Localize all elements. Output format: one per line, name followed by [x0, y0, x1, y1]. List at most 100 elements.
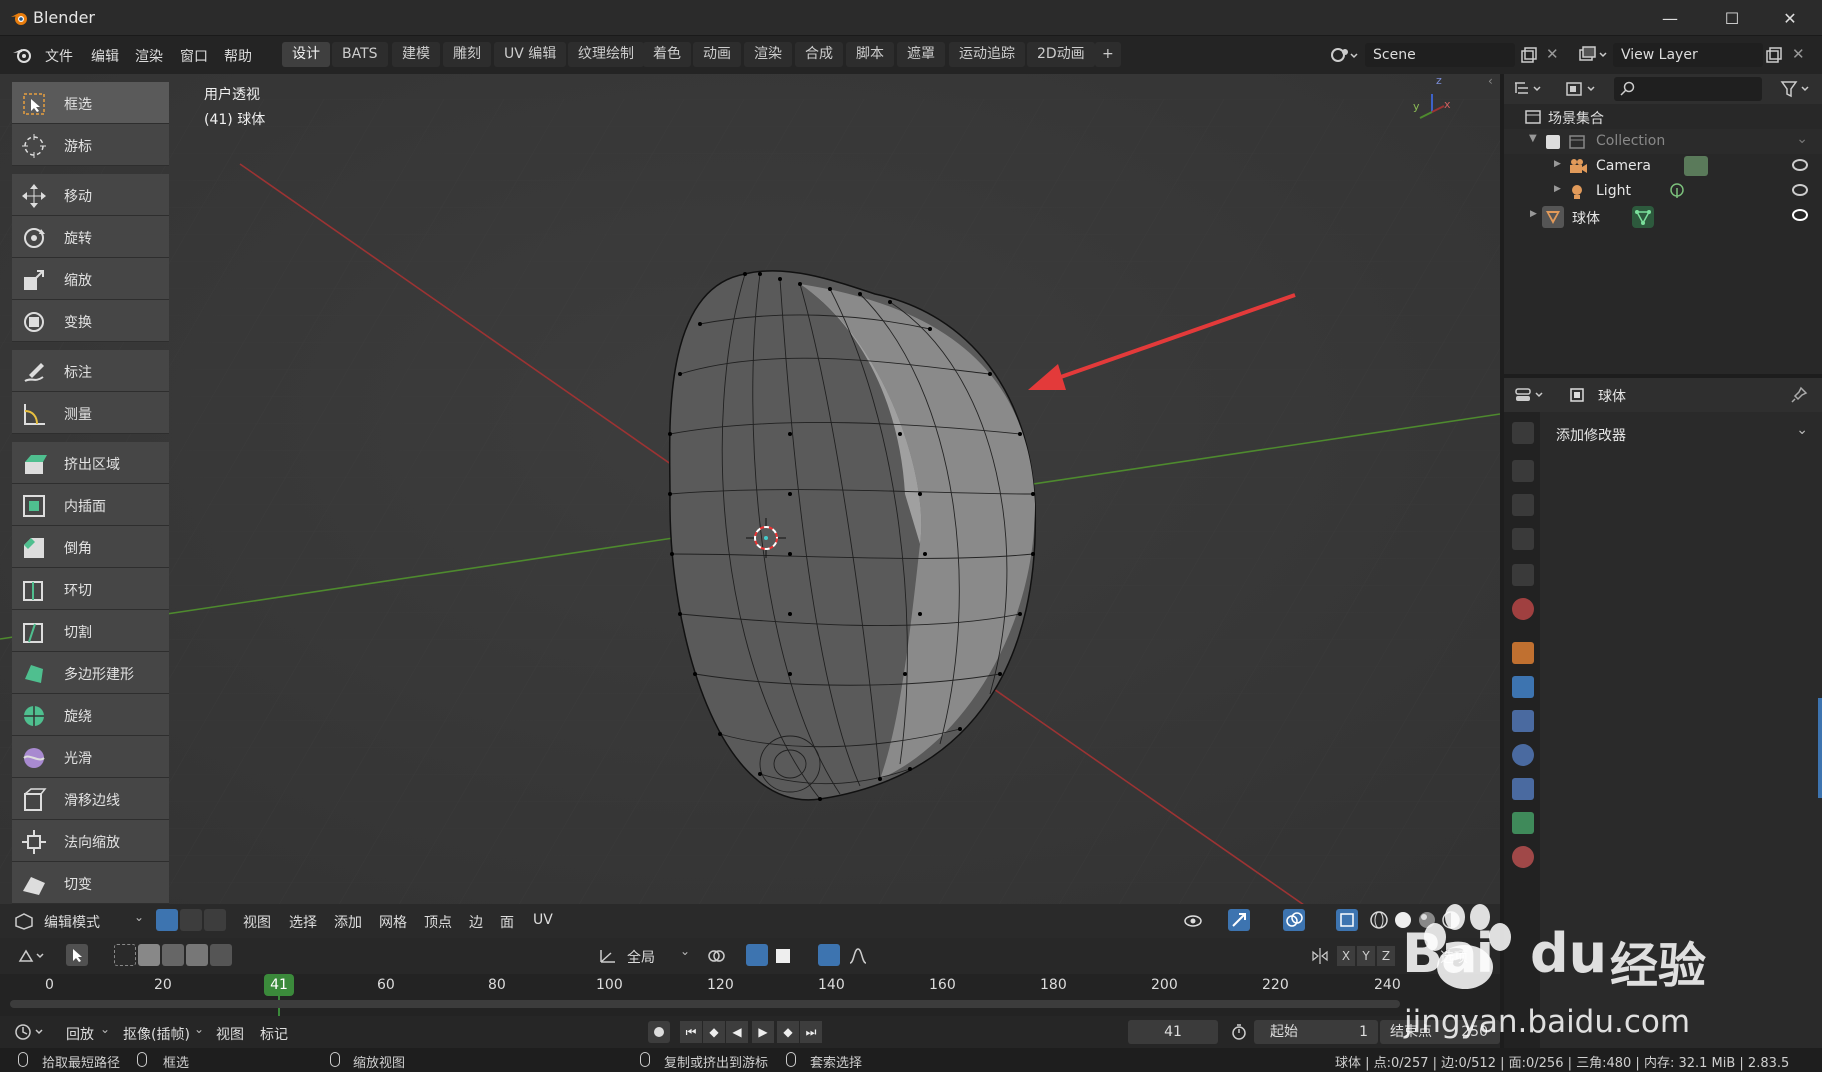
gizmo-x-label[interactable]: x [1444, 98, 1451, 111]
menu-render[interactable]: 渲染 [135, 46, 163, 66]
tab-scene-icon[interactable] [1512, 564, 1534, 586]
outliner-row-sphere[interactable]: ▶ 球体 [1504, 204, 1822, 229]
mirror-icon[interactable] [1310, 947, 1330, 965]
wireframe-shading-icon[interactable] [1368, 909, 1390, 931]
next-keyframe-icon[interactable]: ◆ [777, 1021, 799, 1043]
tool-move[interactable]: 移动 [12, 174, 169, 216]
falloff-icon[interactable] [848, 947, 876, 965]
chevron-down-icon[interactable]: ⌄ [194, 1022, 204, 1036]
menu-face[interactable]: 面 [500, 912, 514, 932]
outliner-editor-icon[interactable] [1512, 80, 1544, 98]
stopwatch-icon[interactable] [1230, 1023, 1248, 1041]
tool-spin[interactable]: 旋绕 [12, 694, 169, 736]
tab-masking[interactable]: 遮罩 [897, 42, 945, 67]
expand-arrow-icon[interactable]: ▶ [1530, 209, 1537, 219]
add-modifier-dropdown[interactable]: 添加修改器 ⌄ [1546, 420, 1816, 446]
expand-arrow-icon[interactable]: ▼ [1529, 133, 1537, 144]
tool-knife[interactable]: 切割 [12, 610, 169, 652]
gizmo-z-label[interactable]: z [1436, 74, 1442, 87]
select-invert-button[interactable] [186, 944, 208, 966]
tab-bats[interactable]: BATS [332, 42, 388, 67]
eye-icon[interactable] [1792, 159, 1808, 171]
mode-dropdown[interactable]: 编辑模式 [44, 912, 100, 932]
new-view-layer-icon[interactable] [1765, 46, 1783, 64]
gizmo-toggle-icon[interactable] [1228, 909, 1250, 931]
tool-scale[interactable]: 缩放 [12, 258, 169, 300]
current-frame-indicator[interactable]: 41 [264, 974, 294, 996]
menu-window[interactable]: 窗口 [180, 46, 208, 66]
tab-animation[interactable]: 动画 [693, 42, 741, 67]
timeline-scrollbar[interactable] [10, 1000, 1400, 1008]
tool-measure[interactable]: 测量 [12, 392, 169, 434]
add-workspace-button[interactable]: + [1095, 42, 1121, 67]
vertex-select-button[interactable] [156, 909, 178, 931]
tab-sculpting[interactable]: 雕刻 [443, 42, 491, 67]
minimize-button[interactable]: — [1650, 6, 1690, 32]
record-button[interactable] [648, 1021, 670, 1043]
tool-rotate[interactable]: 旋转 [12, 216, 169, 258]
mirror-x-button[interactable]: X [1337, 946, 1355, 966]
tool-loopcut[interactable]: 环切 [12, 568, 169, 610]
close-button[interactable]: ✕ [1770, 6, 1810, 32]
menu-keying[interactable]: 抠像(插帧) [123, 1024, 190, 1044]
tab-compositing[interactable]: 合成 [795, 42, 843, 67]
menu-add[interactable]: 添加 [334, 912, 362, 932]
select-extend-button[interactable] [138, 944, 160, 966]
tab-2d-animation[interactable]: 2D动画 [1027, 42, 1095, 67]
tool-shrink-fatten[interactable]: 法向缩放 [12, 820, 169, 862]
delete-scene-icon[interactable]: ✕ [1546, 45, 1559, 63]
pin-icon[interactable] [1790, 386, 1808, 404]
chevron-down-icon[interactable]: ⌄ [680, 944, 690, 958]
menu-file[interactable]: 文件 [45, 46, 73, 66]
eye-icon[interactable] [1792, 209, 1808, 221]
filter-icon[interactable] [1780, 80, 1814, 98]
expand-arrow-icon[interactable]: ▶ [1554, 184, 1561, 194]
tab-layout[interactable]: 设计 [282, 42, 330, 67]
tab-render-icon[interactable] [1512, 460, 1534, 482]
tab-particles-icon[interactable] [1512, 710, 1534, 732]
tool-shear[interactable]: 切变 [12, 862, 169, 904]
menu-vertex[interactable]: 顶点 [424, 912, 452, 932]
face-select-button[interactable] [204, 909, 226, 931]
tab-scripting[interactable]: 脚本 [846, 42, 894, 67]
tab-rendering[interactable]: 渲染 [744, 42, 792, 67]
edge-select-button[interactable] [180, 909, 202, 931]
tab-modifier-icon[interactable] [1512, 676, 1534, 698]
xray-icon[interactable] [1336, 909, 1358, 931]
menu-help[interactable]: 帮助 [224, 46, 252, 66]
play-reverse-icon[interactable]: ◀ [726, 1021, 748, 1043]
proportional-edit-button[interactable] [818, 944, 840, 966]
3d-viewport[interactable]: z y x 用户透视 (41) 球体 ‹ 框选 游标 移动 旋转 缩放 变换 标… [0, 74, 1500, 944]
tab-output-icon[interactable] [1512, 494, 1534, 516]
select-subtract-button[interactable] [162, 944, 184, 966]
tab-tool-icon[interactable] [1512, 422, 1534, 444]
maximize-button[interactable]: ☐ [1712, 6, 1752, 32]
tab-shading[interactable]: 着色 [643, 42, 691, 67]
collection-checkbox[interactable] [1546, 135, 1560, 149]
select-intersect-button[interactable] [210, 944, 232, 966]
eye-icon[interactable] [1792, 184, 1808, 196]
tab-texture-paint[interactable]: 纹理绘制 [568, 42, 644, 67]
tool-bevel[interactable]: 倒角 [12, 526, 169, 568]
menu-mesh[interactable]: 网格 [379, 912, 407, 932]
outliner-search-input[interactable] [1614, 77, 1762, 101]
timeline-editor-icon[interactable] [14, 1023, 46, 1041]
scene-icon[interactable] [1330, 46, 1358, 64]
tab-modeling[interactable]: 建模 [392, 42, 440, 67]
tool-transform[interactable]: 变换 [12, 300, 169, 342]
mirror-y-button[interactable]: Y [1357, 946, 1375, 966]
tool-extrude[interactable]: 挤出区域 [12, 442, 169, 484]
mirror-z-button[interactable]: Z [1377, 946, 1395, 966]
outliner-row-scene-collection[interactable]: 场景集合 [1504, 104, 1822, 129]
jump-start-icon[interactable]: ⏮ [680, 1021, 702, 1043]
collection-visibility-icon[interactable]: ⌄ [1796, 131, 1808, 147]
gizmo-y-label[interactable]: y [1413, 100, 1420, 113]
menu-select[interactable]: 选择 [289, 912, 317, 932]
menu-timeline-view[interactable]: 视图 [216, 1024, 244, 1044]
chevron-down-icon[interactable]: ⌄ [100, 1022, 110, 1036]
chevron-down-icon[interactable]: ⌄ [134, 910, 144, 924]
properties-editor-icon[interactable] [1514, 386, 1546, 404]
visibility-icon[interactable] [1183, 911, 1203, 931]
tool-polybuild[interactable]: 多边形建形 [12, 652, 169, 694]
sidebar-toggle-icon[interactable]: ‹ [1488, 74, 1493, 88]
